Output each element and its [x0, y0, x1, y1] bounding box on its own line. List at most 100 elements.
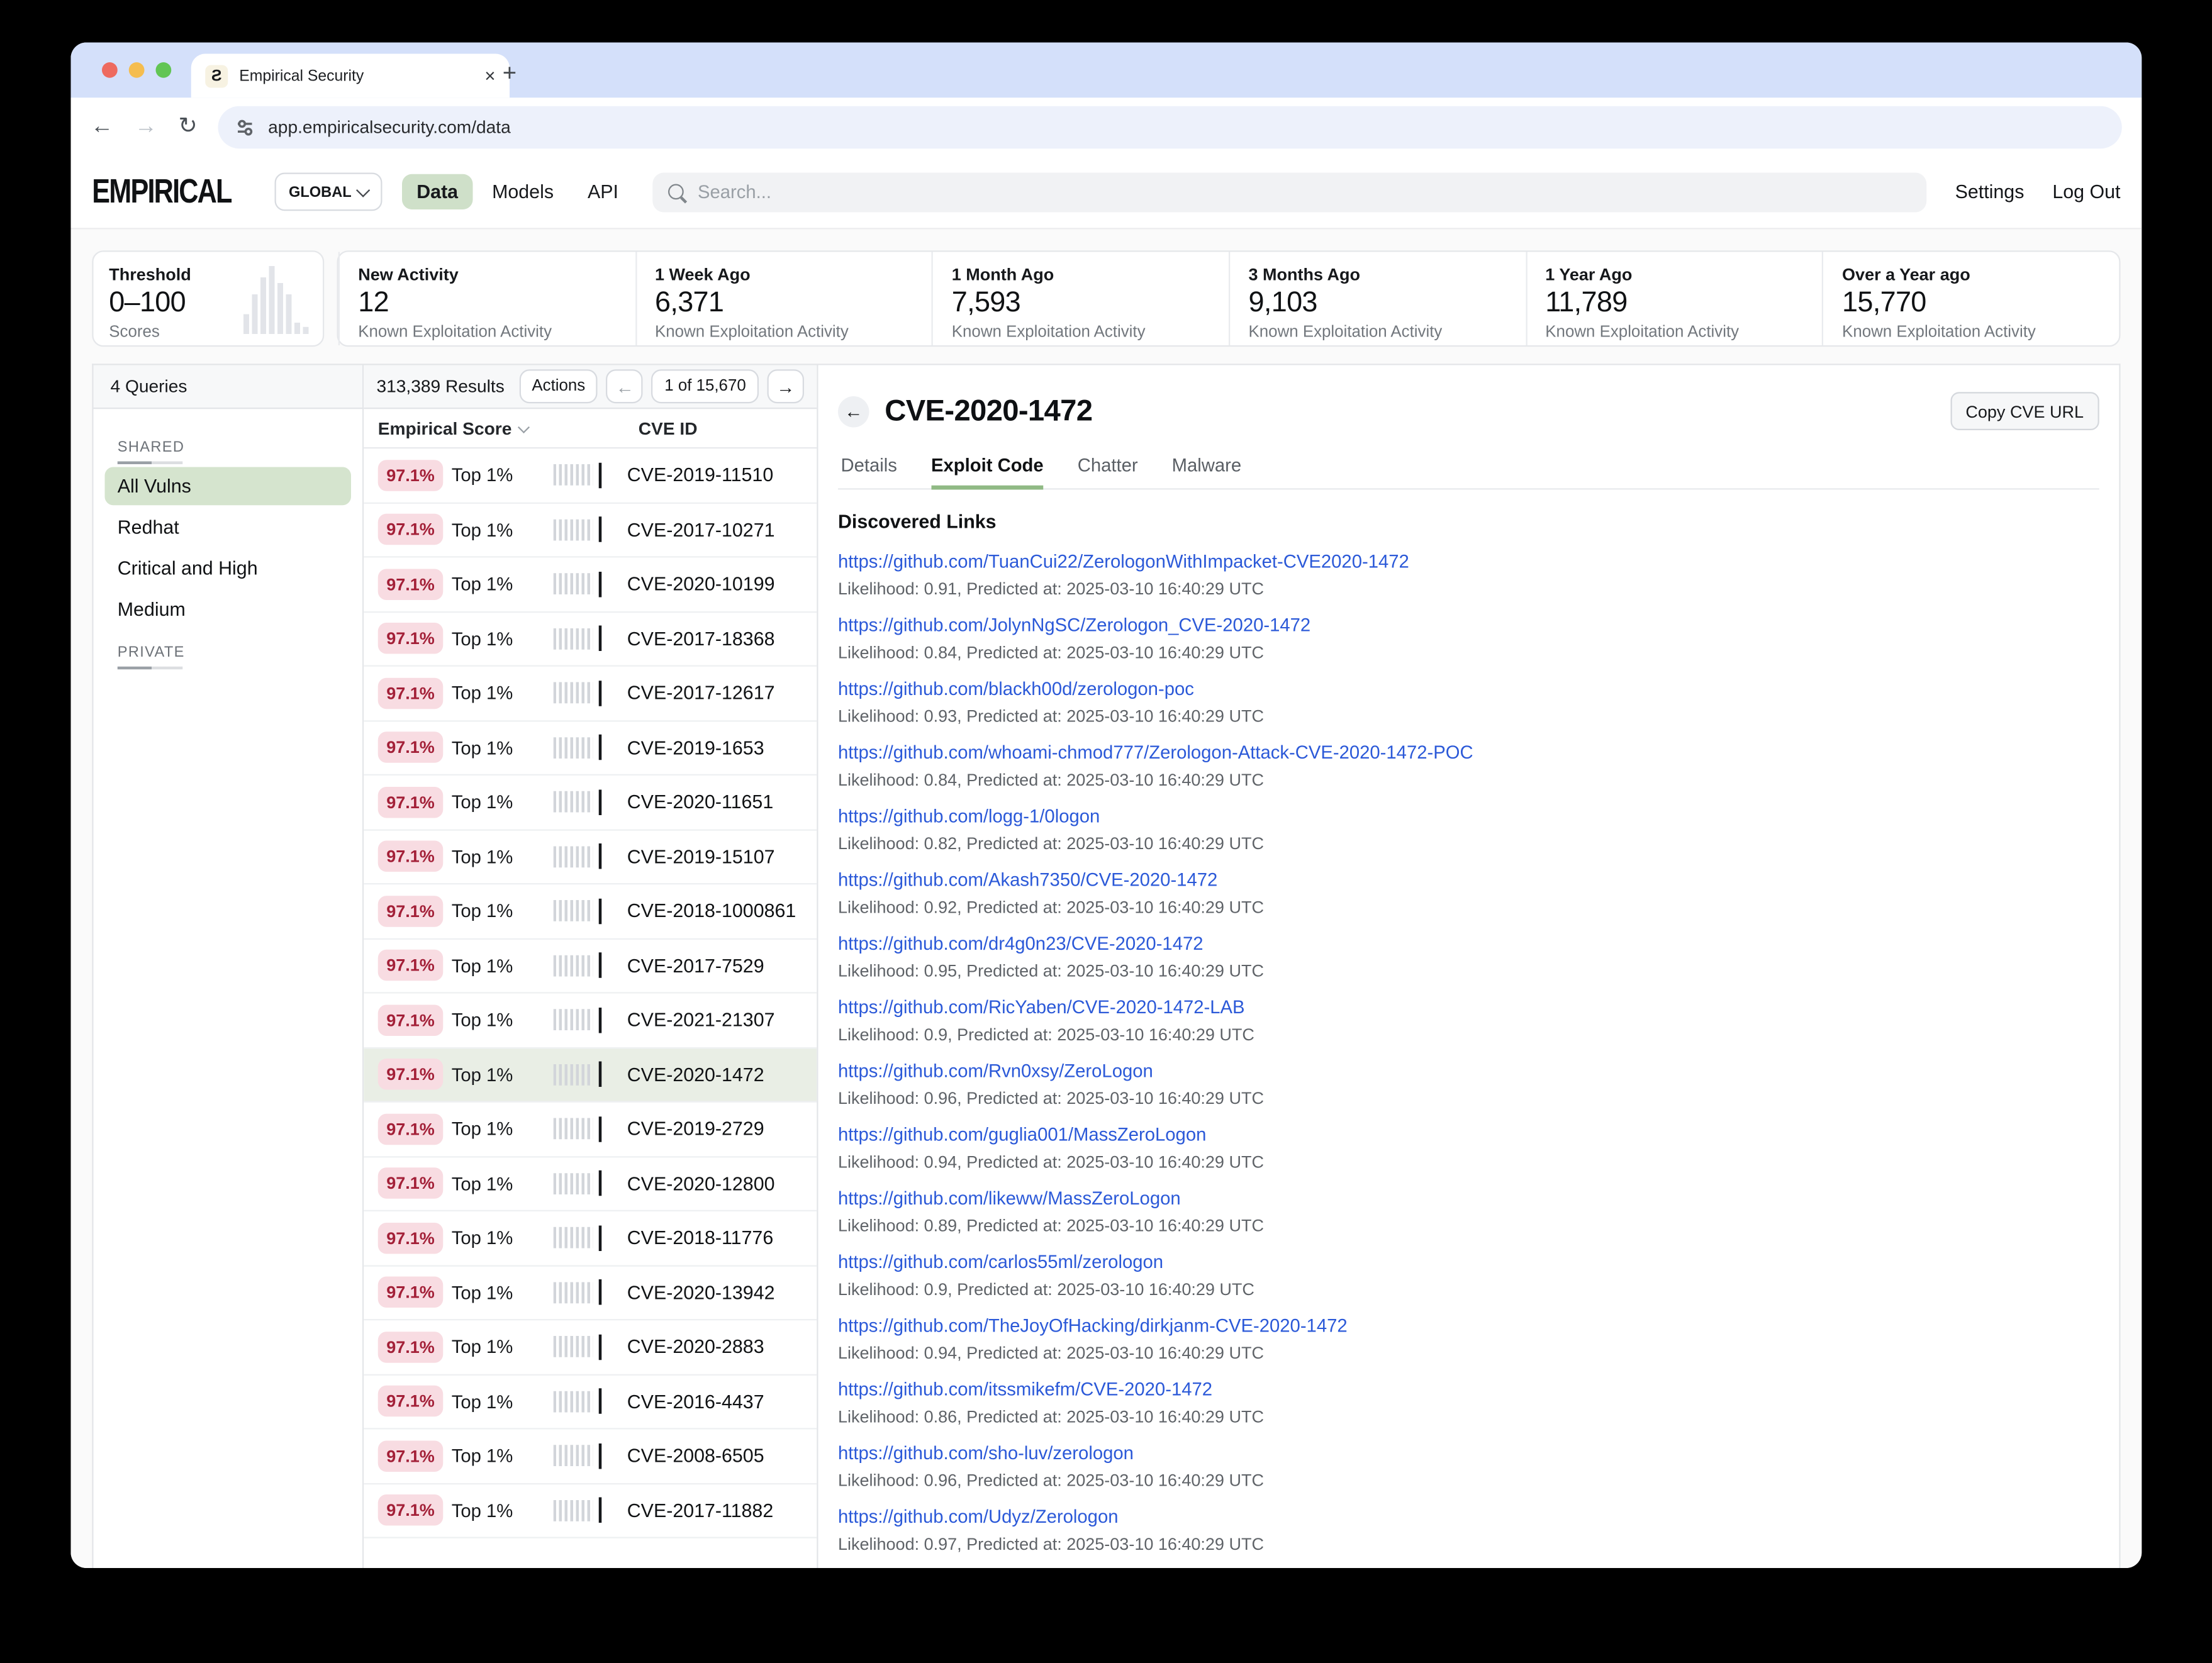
query-list-item[interactable]: Redhat [105, 508, 352, 547]
results-rows: 97.1% Top 1% CVE-2019-11510 97.1% Top 1%… [364, 448, 817, 1568]
discovered-link-meta: Likelihood: 0.97, Predicted at: 2025-03-… [838, 1534, 2099, 1554]
queries-sidebar: 4 Queries SHARED All Vulns Redhat Critic… [94, 365, 364, 1569]
table-row[interactable]: 97.1% Top 1% CVE-2021-21307 [364, 994, 817, 1048]
pager-prev-icon[interactable]: ← [606, 369, 644, 403]
app-header: EMPIRICAL GLOBAL Data Models API Setting… [71, 156, 2142, 230]
back-icon[interactable]: ← [91, 115, 113, 138]
table-row[interactable]: 97.1% Top 1% CVE-2018-11776 [364, 1211, 817, 1266]
table-row[interactable]: 97.1% Top 1% CVE-2016-4437 [364, 1375, 817, 1430]
table-row[interactable]: 97.1% Top 1% CVE-2017-18368 [364, 612, 817, 667]
table-row[interactable]: 97.1% Top 1% CVE-2019-2729 [364, 1103, 817, 1157]
table-row[interactable]: 97.1% Top 1% CVE-2017-7529 [364, 939, 817, 994]
detail-back-icon[interactable]: ← [838, 396, 869, 427]
query-list-item[interactable]: Critical and High [105, 549, 352, 587]
logout-link[interactable]: Log Out [2052, 181, 2120, 203]
table-row[interactable]: 97.1% Top 1% CVE-2020-2883 [364, 1320, 817, 1375]
score-badge: 97.1% [378, 1495, 444, 1527]
percentile-label: Top 1% [452, 1282, 540, 1303]
discovered-link-item: https://github.com/dr4g0n23/CVE-2020-147… [838, 933, 2099, 981]
table-row[interactable]: 97.1% Top 1% CVE-2020-11651 [364, 776, 817, 830]
detail-tab[interactable]: Malware [1172, 454, 1242, 488]
global-search[interactable] [652, 172, 1927, 211]
discovered-link-url[interactable]: https://github.com/blackh00d/zerologon-p… [838, 678, 2099, 699]
site-settings-icon[interactable] [235, 117, 255, 137]
score-distribution-sparkline-icon [554, 1227, 593, 1249]
table-row[interactable]: 97.1% Top 1% CVE-2020-13942 [364, 1266, 817, 1321]
maximize-window-button[interactable] [156, 62, 172, 78]
score-distribution-sparkline-icon [554, 901, 593, 922]
detail-tab[interactable]: Exploit Code [931, 454, 1044, 488]
minimize-window-button[interactable] [129, 62, 145, 78]
discovered-link-url[interactable]: https://github.com/TuanCui22/ZerologonWi… [838, 550, 2099, 572]
reload-icon[interactable]: ↻ [179, 115, 198, 138]
percentile-label: Top 1% [452, 1173, 540, 1194]
browser-tab[interactable]: Ƨ Empirical Security × [191, 54, 510, 98]
discovered-link-url[interactable]: https://github.com/dr4g0n23/CVE-2020-147… [838, 933, 2099, 954]
forward-icon[interactable]: → [135, 115, 157, 138]
discovered-link-url[interactable]: https://github.com/sho-luv/zerologon [838, 1442, 2099, 1464]
discovered-link-url[interactable]: https://github.com/whoami-chmod777/Zerol… [838, 742, 2099, 763]
table-row[interactable]: 97.1% Top 1% CVE-2017-12617 [364, 667, 817, 721]
score-badge: 97.1% [378, 1277, 444, 1308]
query-list-item[interactable]: Medium [105, 590, 352, 628]
copy-cve-url-button[interactable]: Copy CVE URL [1950, 392, 2099, 430]
region-selector-button[interactable]: GLOBAL [275, 173, 383, 211]
search-input[interactable] [695, 180, 1911, 204]
discovered-link-url[interactable]: https://github.com/Rvn0xsy/ZeroLogon [838, 1060, 2099, 1081]
query-list-item[interactable]: SHARED [105, 433, 352, 465]
address-bar[interactable]: app.empiricalsecurity.com/data [218, 106, 2121, 148]
table-row[interactable]: 97.1% Top 1% CVE-2008-6505 [364, 1430, 817, 1484]
column-empirical-score[interactable]: Empirical Score [378, 418, 639, 438]
discovered-link-meta: Likelihood: 0.89, Predicted at: 2025-03-… [838, 1216, 2099, 1236]
table-row[interactable]: 97.1% Top 1% CVE-2020-1472 [364, 1048, 817, 1103]
pager-next-icon[interactable]: → [768, 369, 805, 403]
nav-item[interactable]: Models [478, 174, 568, 209]
sort-chevron-icon [517, 421, 529, 433]
discovered-link-url[interactable]: https://github.com/logg-1/0logon [838, 805, 2099, 826]
discovered-link-meta: Likelihood: 0.93, Predicted at: 2025-03-… [838, 706, 2099, 726]
nav-item[interactable]: API [574, 174, 633, 209]
score-badge: 97.1% [378, 623, 444, 655]
stat-value: 7,593 [952, 287, 1210, 320]
region-selector-label: GLOBAL [289, 183, 352, 200]
actions-button[interactable]: Actions [519, 369, 598, 403]
discovered-link-url[interactable]: https://github.com/Akash7350/CVE-2020-14… [838, 869, 2099, 891]
cve-id: CVE-2019-2729 [624, 1118, 803, 1140]
score-distribution-sparkline-icon [554, 846, 593, 867]
table-row[interactable]: 97.1% Top 1% CVE-2020-12800 [364, 1157, 817, 1211]
discovered-link-url[interactable]: https://github.com/guglia001/MassZeroLog… [838, 1124, 2099, 1145]
table-row[interactable]: 97.1% Top 1% CVE-2017-10271 [364, 503, 817, 558]
discovered-link-url[interactable]: https://github.com/TheJoyOfHacking/dirkj… [838, 1315, 2099, 1336]
pager-position-button[interactable]: 1 of 15,670 [652, 369, 759, 403]
detail-tab[interactable]: Chatter [1078, 454, 1138, 488]
detail-tab[interactable]: Details [841, 454, 897, 488]
queries-list: SHARED All Vulns Redhat Critical and Hig… [94, 409, 363, 686]
discovered-link-url[interactable]: https://github.com/likeww/MassZeroLogon [838, 1187, 2099, 1209]
discovered-link-url[interactable]: https://github.com/itssmikefm/CVE-2020-1… [838, 1379, 2099, 1400]
column-cve-id[interactable]: CVE ID [639, 418, 803, 438]
table-row[interactable]: 97.1% Top 1% CVE-2019-15107 [364, 830, 817, 885]
discovered-link-item: https://github.com/Rvn0xsy/ZeroLogon Lik… [838, 1060, 2099, 1108]
detail-header: ← CVE-2020-1472 Copy CVE URL [838, 392, 2099, 430]
discovered-link-item: https://github.com/itssmikefm/CVE-2020-1… [838, 1379, 2099, 1427]
discovered-link-url[interactable]: https://github.com/Udyz/Zerologon [838, 1506, 2099, 1527]
settings-link[interactable]: Settings [1955, 181, 2025, 203]
discovered-link-meta: Likelihood: 0.91, Predicted at: 2025-03-… [838, 579, 2099, 599]
new-tab-button[interactable]: + [503, 61, 517, 85]
query-list-item[interactable]: All Vulns [105, 467, 352, 506]
table-row[interactable]: 97.1% Top 1% CVE-2017-11882 [364, 1484, 817, 1538]
table-row[interactable]: 97.1% Top 1% CVE-2020-10199 [364, 558, 817, 613]
discovered-link-url[interactable]: https://github.com/RicYaben/CVE-2020-147… [838, 996, 2099, 1018]
discovered-link-url[interactable]: https://github.com/carlos55ml/zerologon [838, 1251, 2099, 1272]
table-row[interactable]: 97.1% Top 1% CVE-2018-1000861 [364, 884, 817, 939]
nav-item[interactable]: Data [403, 174, 472, 209]
discovered-link-url[interactable]: https://github.com/JolynNgSC/Zerologon_C… [838, 615, 2099, 636]
query-list-item[interactable]: PRIVATE [105, 638, 352, 670]
discovered-link-meta: Likelihood: 0.92, Predicted at: 2025-03-… [838, 898, 2099, 918]
table-row[interactable]: 97.1% Top 1% CVE-2019-1653 [364, 721, 817, 776]
discovered-links-title: Discovered Links [838, 511, 2099, 532]
tab-close-icon[interactable]: × [484, 67, 495, 85]
table-row[interactable]: 97.1% Top 1% CVE-2019-11510 [364, 448, 817, 503]
stat-title: 1 Week Ago [655, 265, 913, 285]
close-window-button[interactable] [102, 62, 118, 78]
